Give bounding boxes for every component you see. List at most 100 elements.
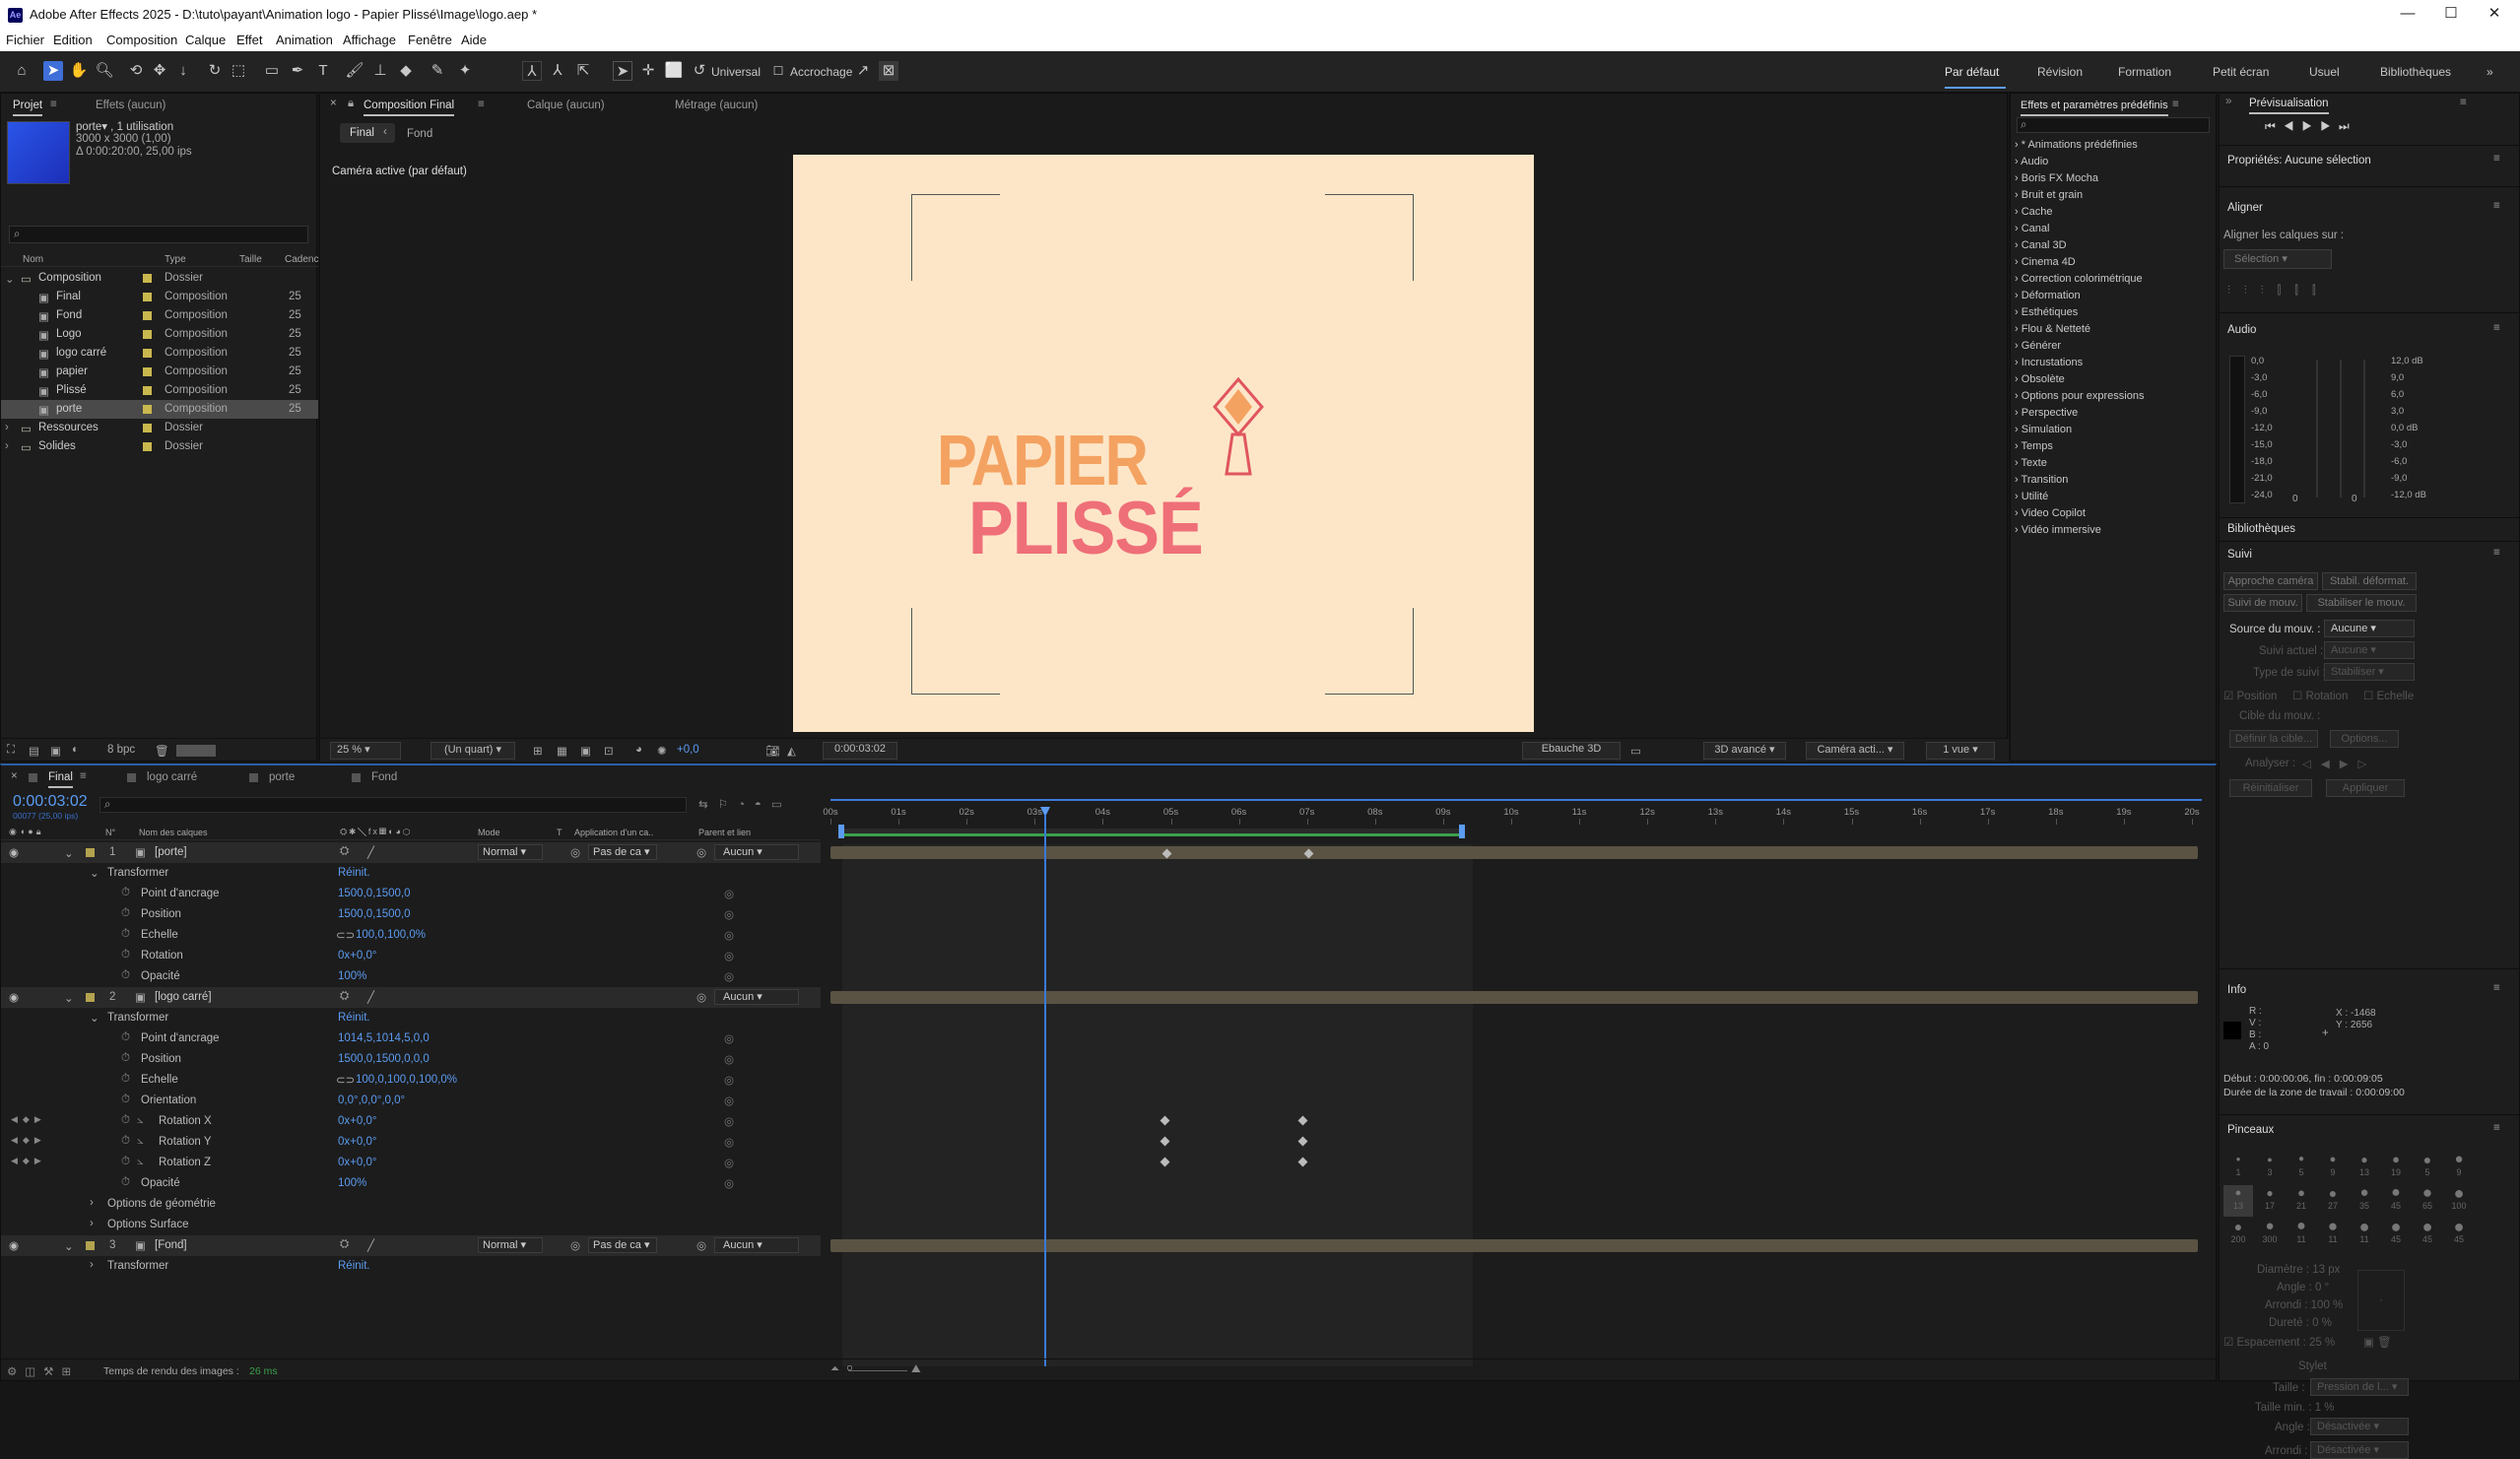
blend-mode-select[interactable]: Normal ▾: [478, 844, 543, 860]
hand-tool-icon[interactable]: ✋: [69, 61, 89, 81]
expression-pickwhip-icon[interactable]: ◎: [724, 928, 734, 942]
property-row[interactable]: ⏱ Position 1500,0,1500,0 ◎: [1, 904, 821, 925]
panel-menu-icon[interactable]: ≡: [50, 99, 57, 110]
property-row[interactable]: ⌄ Transformer Réinit.: [1, 1008, 821, 1028]
tab-composition-final[interactable]: Composition Final: [364, 99, 455, 116]
link-icon[interactable]: ⊂⊃: [336, 1073, 355, 1087]
exposure-icon[interactable]: ✺: [657, 744, 667, 758]
parent-pickwhip-icon[interactable]: ◎: [696, 845, 706, 859]
layer-name[interactable]: [Fond]: [155, 1239, 187, 1251]
parent-pickwhip-icon[interactable]: ◎: [696, 1238, 706, 1252]
property-value[interactable]: 0x+0,0°: [338, 1115, 376, 1127]
label-color[interactable]: [143, 405, 152, 414]
viewer-timecode[interactable]: 0:00:03:02: [823, 742, 897, 760]
label-color[interactable]: [143, 367, 152, 376]
property-row[interactable]: ⏱ ◀◆▶ ⦣ Rotation X 0x+0,0° ◎: [1, 1111, 821, 1132]
snapshot-icon[interactable]: 📷︎: [765, 744, 780, 758]
show-snapshot-icon[interactable]: ◭: [787, 744, 796, 758]
layer-name[interactable]: [porte]: [155, 846, 187, 858]
brush-preset[interactable]: ● 45: [2413, 1218, 2442, 1250]
effects-search-input[interactable]: ⌕: [2017, 117, 2210, 133]
effect-category[interactable]: › Bruit et grain: [2015, 189, 2083, 201]
col-layer-name[interactable]: Nom des calques: [139, 828, 208, 837]
workspace-formation[interactable]: Formation: [2118, 65, 2171, 79]
label-color[interactable]: [143, 442, 152, 451]
stopwatch-icon[interactable]: ⏱: [121, 949, 130, 962]
layer-label-color[interactable]: [86, 848, 95, 857]
brush-preset[interactable]: ● 45: [2381, 1185, 2411, 1217]
audio-menu-icon[interactable]: ≡: [2493, 322, 2500, 334]
audio-slider-left[interactable]: [2316, 360, 2318, 497]
menu-aide[interactable]: Aide: [461, 33, 487, 47]
layer-duration-bar[interactable]: [830, 991, 2198, 1004]
rotate-icon[interactable]: ↺: [690, 61, 709, 81]
shy-switch-icon[interactable]: ⛭: [340, 1238, 349, 1251]
brush-preset[interactable]: ● 5: [2413, 1152, 2442, 1183]
property-row[interactable]: › Options Surface: [1, 1215, 821, 1235]
orbit-camera-icon[interactable]: ⟲: [126, 61, 146, 81]
expression-pickwhip-icon[interactable]: ◎: [724, 1176, 734, 1190]
chevron-right-icon[interactable]: ›: [90, 1259, 94, 1271]
chevron-right-icon[interactable]: ›: [90, 1218, 94, 1229]
trash-icon[interactable]: 🗑︎: [155, 744, 169, 758]
mask-visibility-icon[interactable]: ▣: [580, 744, 591, 758]
tab-metrage[interactable]: Métrage (aucun): [675, 99, 758, 111]
chevron-down-icon[interactable]: ⌄: [64, 846, 74, 860]
parent-select[interactable]: Aucun ▾: [714, 989, 799, 1005]
stopwatch-icon[interactable]: ⏱: [121, 928, 130, 941]
effect-category[interactable]: › Options pour expressions: [2015, 390, 2144, 402]
brush-preset[interactable]: ● 200: [2223, 1219, 2253, 1250]
property-value[interactable]: Réinit.: [338, 867, 370, 879]
effect-category[interactable]: › Déformation: [2015, 290, 2081, 301]
layer-row[interactable]: ◉ ⌄ 3 ▣ [Fond] ⛭ ╱ Normal ▾ ◎ Pas de ca ▾ ◎ Aucun ▾: [1, 1235, 821, 1256]
timeline-tab-logo-carre[interactable]: logo carré: [147, 771, 197, 783]
project-zoom-slider[interactable]: [176, 745, 216, 757]
info-menu-icon[interactable]: ≡: [2493, 982, 2500, 994]
project-item[interactable]: ▣ Final Composition 25: [1, 288, 318, 306]
effect-category[interactable]: › Transition: [2015, 474, 2068, 486]
timeline-switch-buttons[interactable]: ⇆⚐◔◓▭: [698, 797, 792, 811]
stopwatch-icon[interactable]: ⏱: [121, 1052, 130, 1065]
workspace-more-icon[interactable]: »: [2487, 65, 2493, 79]
parent-select[interactable]: Aucun ▾: [714, 1237, 799, 1253]
menu-edition[interactable]: Edition: [53, 33, 93, 47]
navigator-bar[interactable]: [830, 795, 2202, 801]
track-matte-pickwhip-icon[interactable]: ◎: [570, 1238, 580, 1252]
layer-search-input[interactable]: ⌕: [99, 797, 687, 813]
move-icon[interactable]: ✛: [638, 61, 658, 81]
effect-category[interactable]: › Texte: [2015, 457, 2047, 469]
zoom-out-icon[interactable]: ⏶: [830, 1363, 839, 1376]
anchor-tool-icon[interactable]: ⬚: [229, 61, 248, 81]
timeline-tab-final[interactable]: Final: [48, 771, 73, 788]
property-value[interactable]: 1500,0,1500,0: [338, 908, 411, 920]
effects-menu-icon[interactable]: ≡: [2172, 99, 2179, 110]
layer-name[interactable]: [logo carré]: [155, 991, 212, 1003]
label-color[interactable]: [143, 311, 152, 320]
property-row[interactable]: ⏱ Opacité 100% ◎: [1, 966, 821, 987]
track-matte-pickwhip-icon[interactable]: ◎: [570, 845, 580, 859]
keyframe-navigator[interactable]: ◀◆▶: [11, 1156, 46, 1166]
brush-preset[interactable]: ● 3: [2255, 1152, 2285, 1183]
composition-canvas[interactable]: PAPIER PLISSÉ: [793, 155, 1534, 732]
position-checkbox[interactable]: ☑ Position: [2223, 689, 2277, 702]
brush-preset[interactable]: ● 13: [2350, 1152, 2379, 1183]
stopwatch-icon[interactable]: ⏱: [121, 969, 130, 982]
chevron-down-icon[interactable]: ⌄: [90, 866, 99, 880]
roto-brush-icon[interactable]: ✎: [428, 61, 447, 81]
preview-title[interactable]: Prévisualisation: [2249, 98, 2329, 114]
workspace-par-defaut[interactable]: Par défaut: [1945, 65, 1999, 79]
viewer-close-icon[interactable]: ×: [330, 98, 337, 109]
col-nom[interactable]: Nom: [23, 254, 43, 265]
project-item[interactable]: › ▭ Solides Dossier: [1, 437, 318, 456]
brush-preset[interactable]: ● 11: [2350, 1218, 2379, 1250]
project-item[interactable]: ▣ Fond Composition 25: [1, 306, 318, 325]
chevron-down-icon[interactable]: ⌄: [64, 991, 74, 1005]
minimize-icon[interactable]: —: [2388, 3, 2427, 27]
effect-category[interactable]: › * Animations prédéfinies: [2015, 139, 2138, 151]
tracking-menu-icon[interactable]: ≡: [2493, 547, 2500, 559]
stylet-angle-select[interactable]: Désactivée ▾: [2310, 1418, 2409, 1435]
stopwatch-icon[interactable]: ⏱: [121, 1073, 130, 1086]
new-folder-icon[interactable]: ▤: [29, 744, 39, 758]
color-settings-icon[interactable]: ◐: [72, 744, 79, 756]
options-button[interactable]: Options...: [2330, 730, 2399, 748]
